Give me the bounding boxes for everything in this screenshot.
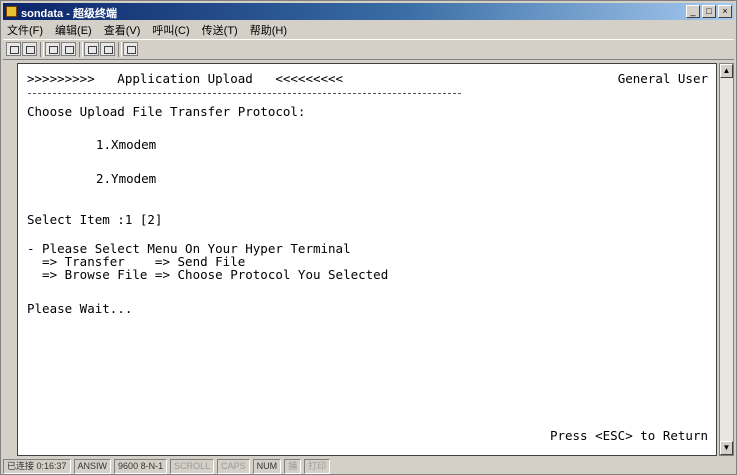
call-icon[interactable] xyxy=(45,42,60,56)
menu-help[interactable]: 帮助(H) xyxy=(250,22,287,38)
send-icon[interactable] xyxy=(84,42,99,56)
minimize-icon[interactable]: _ xyxy=(686,5,700,18)
toolbar-separator xyxy=(118,42,122,57)
caps-indicator: CAPS xyxy=(217,459,250,474)
print-echo-indicator: 打印 xyxy=(304,459,331,474)
new-connection-icon[interactable] xyxy=(6,42,21,56)
toolbar xyxy=(3,39,734,60)
menu-call[interactable]: 呼叫(C) xyxy=(152,22,189,38)
wait-message: Please Wait... xyxy=(27,301,133,316)
menu-bar: 文件(F) 编辑(E) 查看(V) 呼叫(C) 传送(T) 帮助(H) xyxy=(3,22,287,38)
protocol-prompt: Choose Upload File Transfer Protocol: xyxy=(27,104,306,119)
terminal-screen[interactable]: >>>>>>>>> Application Upload <<<<<<<<< G… xyxy=(17,63,717,456)
instruction-line-3: => Browse File => Choose Protocol You Se… xyxy=(27,267,389,282)
properties-icon[interactable] xyxy=(123,42,138,56)
window-title: sondata - 超级终端 xyxy=(21,8,117,20)
emulation-type: ANSIW xyxy=(73,459,112,474)
menu-view[interactable]: 查看(V) xyxy=(104,22,141,38)
vertical-scrollbar[interactable]: ▲ ▼ xyxy=(719,63,734,456)
user-level: General User xyxy=(617,71,708,86)
app-icon xyxy=(6,6,17,17)
scroll-up-icon[interactable]: ▲ xyxy=(720,64,733,78)
menu-transfer[interactable]: 传送(T) xyxy=(202,22,238,38)
header-rule xyxy=(28,93,461,94)
window-controls: _ □ × xyxy=(686,5,732,18)
close-icon[interactable]: × xyxy=(718,5,732,18)
option-ymodem: 2.Ymodem xyxy=(96,171,157,186)
port-settings: 9600 8-N-1 xyxy=(114,459,168,474)
menu-edit[interactable]: 编辑(E) xyxy=(55,22,92,38)
connection-time: 已连接 0:16:37 xyxy=(3,459,71,474)
capture-indicator: 捕 xyxy=(284,459,302,474)
disconnect-icon[interactable] xyxy=(61,42,76,56)
title-bar[interactable]: sondata - 超级终端 _ □ × xyxy=(3,3,734,20)
maximize-icon[interactable]: □ xyxy=(702,5,716,18)
option-xmodem: 1.Xmodem xyxy=(96,137,157,152)
header-title: >>>>>>>>> Application Upload <<<<<<<<< xyxy=(27,71,344,86)
toolbar-separator xyxy=(79,42,83,57)
app-window: sondata - 超级终端 _ □ × 文件(F) 编辑(E) 查看(V) 呼… xyxy=(0,0,737,475)
toolbar-separator xyxy=(40,42,44,57)
scroll-indicator: SCROLL xyxy=(170,459,215,474)
menu-file[interactable]: 文件(F) xyxy=(7,22,43,38)
receive-icon[interactable] xyxy=(100,42,115,56)
open-icon[interactable] xyxy=(22,42,37,56)
return-hint: Press <ESC> to Return xyxy=(549,428,708,443)
num-indicator: NUM xyxy=(252,459,282,474)
status-bar: 已连接 0:16:37 ANSIW 9600 8-N-1 SCROLL CAPS… xyxy=(3,459,734,474)
select-item: Select Item :1 [2] xyxy=(27,212,163,227)
scroll-down-icon[interactable]: ▼ xyxy=(720,441,733,455)
